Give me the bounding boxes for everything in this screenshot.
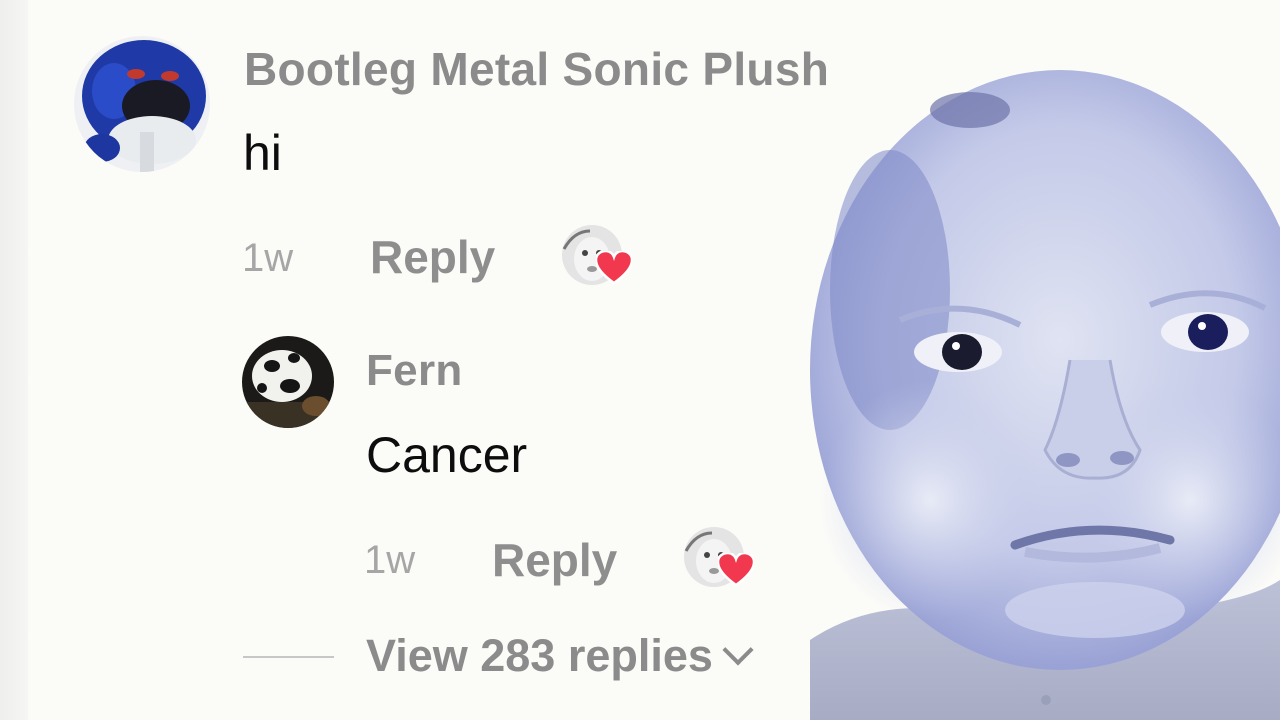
reply-timestamp: 1w [364, 538, 416, 582]
reply-text: Cancer [366, 427, 528, 483]
creator-liked-badge [560, 225, 636, 289]
heart-icon [718, 553, 754, 587]
baby-face-image [810, 40, 1280, 720]
view-replies-label: View 283 replies [366, 630, 713, 681]
avatar-fern[interactable] [242, 336, 334, 428]
view-replies-button[interactable]: View 283 replies [366, 630, 754, 682]
chevron-down-icon [722, 634, 754, 666]
reply-button[interactable]: Reply [370, 230, 495, 284]
comments-screen: Bootleg Metal Sonic Plush hi 1w Reply Fe… [0, 0, 1280, 720]
creator-liked-badge [682, 527, 758, 591]
heart-icon [596, 251, 632, 285]
avatar-bootleg-metal-sonic-plush[interactable] [74, 36, 210, 172]
screen-edge [0, 0, 28, 720]
comment-text: hi [243, 125, 282, 181]
comment-timestamp: 1w [242, 236, 294, 280]
replies-divider [243, 656, 334, 658]
comment-username[interactable]: Bootleg Metal Sonic Plush [244, 42, 829, 96]
reply-button[interactable]: Reply [492, 533, 617, 587]
reply-username[interactable]: Fern [366, 346, 463, 396]
